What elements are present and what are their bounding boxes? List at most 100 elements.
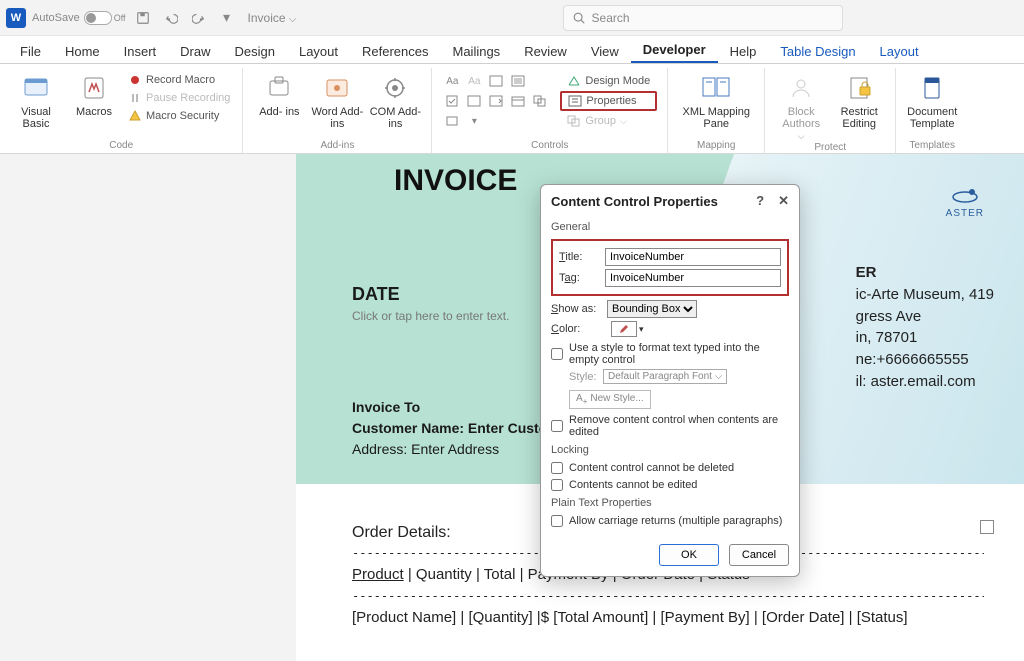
order-values-row[interactable]: [Product Name] | [Quantity] |$ [Total Am…: [352, 603, 984, 626]
cannot-edit-checkbox[interactable]: [551, 479, 563, 491]
group-icon: [567, 115, 581, 127]
block-authors-icon: [785, 72, 817, 104]
com-addins-button[interactable]: COM Add-ins: [369, 70, 421, 130]
company-name: ASTER: [946, 208, 984, 219]
highlighted-fields: Title: Tag:: [551, 239, 789, 296]
restrict-editing-button[interactable]: Restrict Editing: [833, 70, 885, 130]
plaintext-section-label: Plain Text Properties: [551, 497, 789, 509]
dialog-title: Content Control Properties: [551, 194, 718, 209]
content-control-checkbox[interactable]: [980, 520, 994, 534]
word-addins-button[interactable]: Word Add-ins: [311, 70, 363, 130]
left-gutter: [0, 154, 296, 661]
tab-help[interactable]: Help: [718, 38, 769, 63]
undo-icon[interactable]: [160, 7, 182, 29]
properties-icon: [568, 95, 582, 107]
record-macro-button[interactable]: Record Macro: [126, 72, 232, 88]
combobox-control-icon[interactable]: [464, 92, 484, 110]
address-value[interactable]: Enter Address: [411, 441, 499, 457]
visual-basic-button[interactable]: Visual Basic: [10, 70, 62, 130]
search-box[interactable]: Search: [563, 5, 843, 31]
legacy-tools-icon[interactable]: [442, 112, 462, 130]
xml-mapping-icon: [700, 72, 732, 104]
checkbox-control-icon[interactable]: [442, 92, 462, 110]
showas-select[interactable]: Bounding Box: [607, 300, 697, 318]
tab-table-design[interactable]: Table Design: [768, 38, 867, 63]
design-mode-button[interactable]: Design Mode: [560, 72, 657, 90]
dialog-titlebar[interactable]: Content Control Properties ? ✕: [541, 185, 799, 217]
tab-review[interactable]: Review: [512, 38, 579, 63]
macro-security-button[interactable]: Macro Security: [126, 108, 232, 124]
tab-table-layout[interactable]: Layout: [868, 38, 931, 63]
tab-draw[interactable]: Draw: [168, 38, 222, 63]
restrict-editing-icon: [843, 72, 875, 104]
pause-icon: [128, 91, 142, 105]
addins-button[interactable]: Add- ins: [253, 70, 305, 118]
plaintext-control-icon[interactable]: Aa: [464, 72, 484, 90]
autosave-state: Off: [114, 13, 126, 23]
divider-line: ----------------------------------------…: [352, 589, 984, 603]
tab-layout[interactable]: Layout: [287, 38, 350, 63]
qat-dropdown-icon[interactable]: ▾: [216, 7, 238, 29]
word-addins-icon: [321, 72, 353, 104]
title-bar: W AutoSave Off ▾ Invoice ⌵ Search: [0, 0, 1024, 36]
cancel-button[interactable]: Cancel: [729, 544, 789, 566]
ribbon-tabs: File Home Insert Draw Design Layout Refe…: [0, 36, 1024, 64]
color-picker[interactable]: [611, 321, 637, 337]
document-template-icon: [916, 72, 948, 104]
dropdown-control-icon[interactable]: [486, 92, 506, 110]
picture-control-icon[interactable]: [486, 72, 506, 90]
remove-control-label: Remove content control when contents are…: [569, 414, 789, 438]
company-block: ASTER: [946, 184, 984, 219]
ok-button[interactable]: OK: [659, 544, 719, 566]
pen-icon: [618, 323, 630, 335]
group-addins-label: Add-ins: [320, 140, 354, 153]
legacy-dropdown-icon[interactable]: ▾: [464, 112, 484, 130]
document-template-button[interactable]: Document Template: [906, 70, 958, 130]
cannot-edit-label: Contents cannot be edited: [569, 479, 697, 491]
tab-home[interactable]: Home: [53, 38, 112, 63]
datepicker-control-icon[interactable]: [508, 92, 528, 110]
repeating-control-icon[interactable]: [530, 92, 550, 110]
group-controls: Aa Aa ▾ Design Mode Properties Group ⌵ C…: [432, 68, 668, 153]
redo-icon[interactable]: [188, 7, 210, 29]
carriage-returns-label: Allow carriage returns (multiple paragra…: [569, 515, 782, 527]
properties-button[interactable]: Properties: [560, 91, 657, 111]
dialog-close-icon[interactable]: ✕: [778, 193, 789, 209]
tab-developer[interactable]: Developer: [631, 36, 718, 63]
design-mode-icon: [567, 75, 581, 87]
group-code: Visual Basic Macros Record Macro Pause R…: [0, 68, 243, 153]
tag-field-label: Tag:: [559, 272, 605, 284]
com-addins-icon: [379, 72, 411, 104]
tab-file[interactable]: File: [8, 38, 53, 63]
title-field-label: Title:: [559, 251, 605, 263]
tab-insert[interactable]: Insert: [112, 38, 169, 63]
cannot-delete-checkbox[interactable]: [551, 462, 563, 474]
pause-recording-button: Pause Recording: [126, 90, 232, 106]
save-icon[interactable]: [132, 7, 154, 29]
richtext-control-icon[interactable]: Aa: [442, 72, 462, 90]
cannot-delete-label: Content control cannot be deleted: [569, 462, 734, 474]
warning-icon: [128, 109, 142, 123]
tab-view[interactable]: View: [579, 38, 631, 63]
search-placeholder: Search: [592, 11, 630, 25]
general-section-label: General: [551, 221, 789, 233]
document-name[interactable]: Invoice ⌵: [248, 11, 297, 25]
autosave-toggle[interactable]: AutoSave Off: [32, 11, 126, 25]
tab-mailings[interactable]: Mailings: [441, 38, 513, 63]
controls-gallery[interactable]: Aa Aa ▾: [442, 70, 550, 130]
title-input[interactable]: [605, 248, 781, 266]
group-controls-button: Group ⌵: [560, 112, 657, 130]
tab-design[interactable]: Design: [223, 38, 287, 63]
remove-control-checkbox[interactable]: [551, 420, 563, 432]
use-style-checkbox[interactable]: [551, 348, 563, 360]
carriage-returns-checkbox[interactable]: [551, 515, 563, 527]
xml-mapping-button[interactable]: XML Mapping Pane: [678, 70, 754, 130]
buildingblock-control-icon[interactable]: [508, 72, 528, 90]
macros-button[interactable]: Macros: [68, 70, 120, 118]
dialog-help-icon[interactable]: ?: [756, 193, 764, 209]
tab-references[interactable]: References: [350, 38, 440, 63]
macros-icon: [78, 72, 110, 104]
showas-label: Show as:: [551, 303, 607, 315]
tag-input[interactable]: [605, 269, 781, 287]
toggle-off-icon[interactable]: [84, 11, 112, 25]
